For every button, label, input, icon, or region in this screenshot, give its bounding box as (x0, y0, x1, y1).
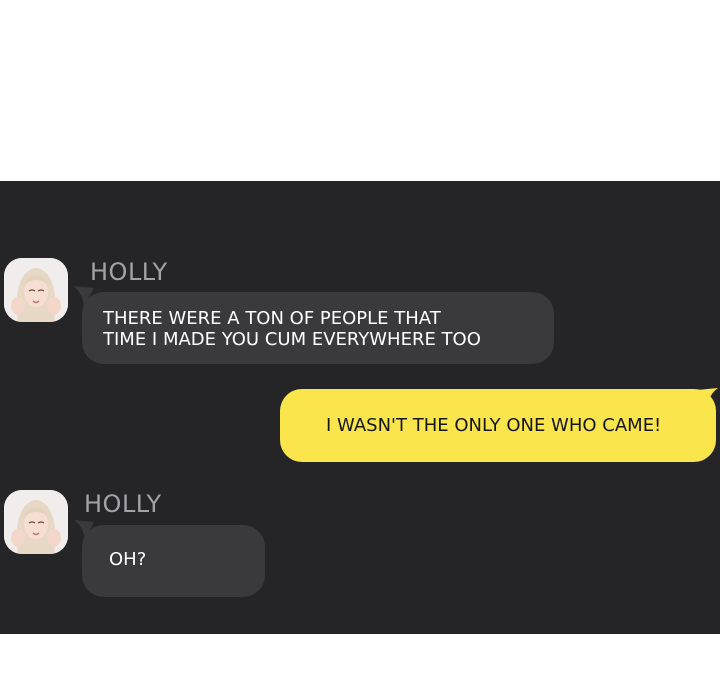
message-bubble-incoming[interactable]: OH? (82, 525, 265, 597)
message-text-line: THERE WERE A TON OF PEOPLE THAT (103, 308, 441, 329)
message-bubble-incoming[interactable]: THERE WERE A TON OF PEOPLE THAT TIME I M… (82, 292, 554, 364)
chat-panel: HOLLY THERE WERE A TON OF PEOPLE THAT TI… (0, 181, 720, 634)
message-text-line: OH? (109, 549, 147, 570)
message-text-line: TIME I MADE YOU CUM EVERYWHERE TOO (103, 329, 481, 350)
sender-name: HOLLY (84, 490, 162, 518)
holly-avatar-icon[interactable] (4, 258, 68, 322)
holly-avatar-icon[interactable] (4, 490, 68, 554)
sender-name: HOLLY (90, 258, 168, 286)
message-text-line: I WASN'T THE ONLY ONE WHO CAME! (326, 415, 662, 436)
message-bubble-outgoing[interactable]: I WASN'T THE ONLY ONE WHO CAME! (280, 389, 716, 462)
